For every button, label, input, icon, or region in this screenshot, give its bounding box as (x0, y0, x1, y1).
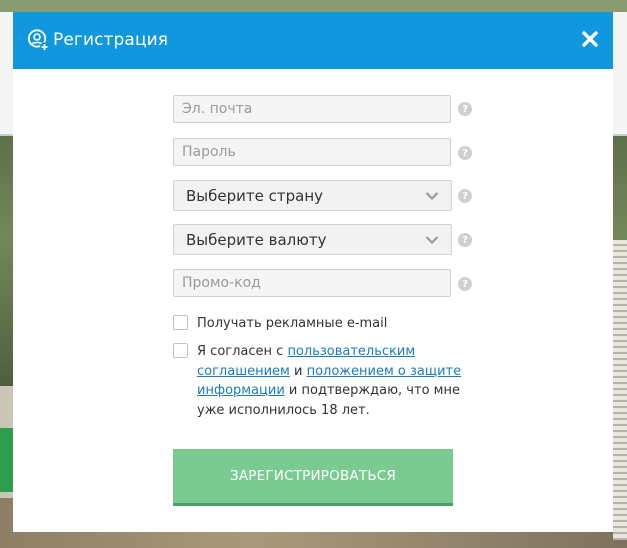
terms-checkbox[interactable] (173, 343, 188, 358)
terms-text: Я согласен с пользовательским соглашение… (197, 344, 462, 418)
background-money-stack (613, 240, 627, 540)
country-help-icon[interactable]: ? (458, 189, 472, 203)
modal-title: Регистрация (53, 30, 169, 50)
email-help-icon[interactable]: ? (458, 102, 472, 116)
newsletter-checkbox[interactable] (173, 315, 188, 330)
email-input[interactable] (173, 95, 451, 123)
chevron-down-icon (425, 191, 439, 200)
promo-code-input[interactable] (173, 269, 451, 297)
promo-help-icon[interactable]: ? (458, 277, 472, 291)
currency-help-icon[interactable]: ? (458, 233, 472, 247)
background-top-photo (0, 0, 627, 12)
user-add-icon (27, 29, 50, 52)
registration-modal: Регистрация ? ? Выберите страну ? Выбери… (13, 12, 613, 532)
modal-header: Регистрация (13, 12, 613, 69)
newsletter-label: Получать рекламные e-mail (197, 316, 388, 331)
close-icon[interactable] (579, 28, 601, 50)
password-help-icon[interactable]: ? (458, 146, 472, 160)
country-select[interactable]: Выберите страну (173, 180, 452, 211)
register-button[interactable]: Зарегистрироваться (173, 449, 453, 506)
currency-select[interactable]: Выберите валюту (173, 224, 452, 255)
chevron-down-icon (425, 235, 439, 244)
country-select-value: Выберите страну (186, 186, 323, 205)
currency-select-value: Выберите валюту (186, 230, 327, 249)
background-green-block (0, 428, 14, 492)
password-input[interactable] (173, 138, 451, 166)
